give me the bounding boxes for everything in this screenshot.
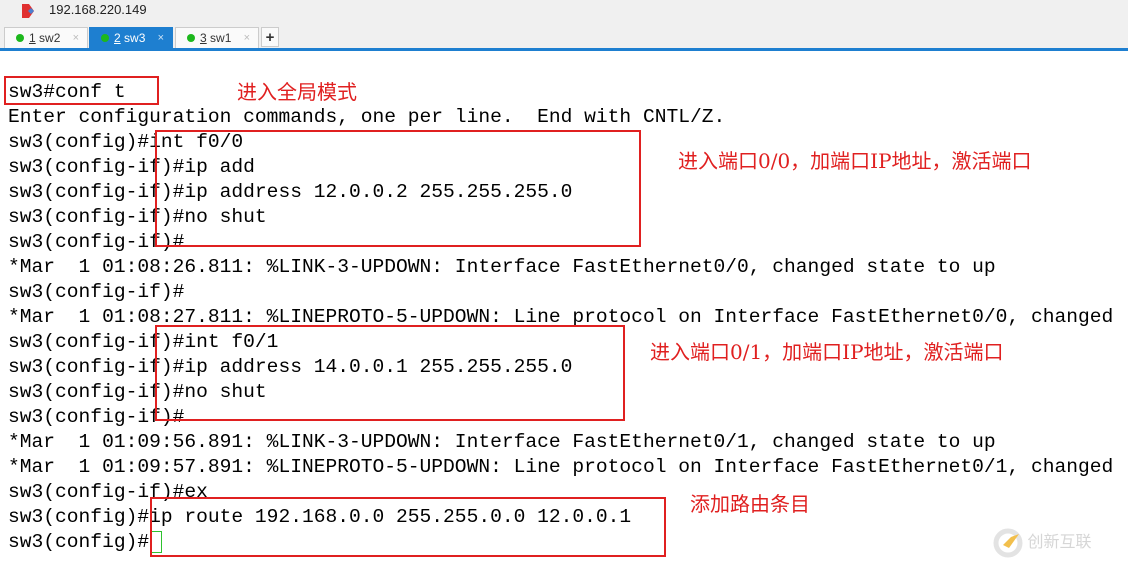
highlight-box (4, 76, 159, 105)
title-bar: 192.168.220.149 (0, 0, 1128, 24)
terminal-line: *Mar 1 01:08:26.811: %LINK-3-UPDOWN: Int… (8, 256, 996, 278)
tab-label: sw2 (39, 31, 61, 45)
status-dot-icon (16, 34, 24, 42)
tab-number: 1 (29, 31, 36, 45)
annotation-add-route: 添加路由条目 (690, 492, 810, 516)
close-icon[interactable]: × (244, 28, 250, 48)
terminal-line: sw3(config-if)# (8, 281, 185, 303)
tab-sw3[interactable]: 2 sw3 × (89, 27, 173, 48)
terminal-line: *Mar 1 01:09:56.891: %LINK-3-UPDOWN: Int… (8, 431, 996, 453)
window-title: 192.168.220.149 (49, 2, 147, 17)
tab-bar: 1 sw2 × 2 sw3 × 3 sw1 × + (0, 24, 1128, 51)
watermark-text: 创新互联 (1027, 534, 1092, 552)
tab-sw2[interactable]: 1 sw2 × (4, 27, 88, 48)
watermark-icon (993, 528, 1023, 558)
highlight-box (155, 325, 625, 421)
close-icon[interactable]: × (73, 28, 79, 48)
status-dot-icon (101, 34, 109, 42)
tab-sw1[interactable]: 3 sw1 × (175, 27, 259, 48)
watermark-logo: 创新互联 (993, 528, 1091, 558)
annotation-port-0-1: 进入端口0/1，加端口IP地址，激活端口 (650, 340, 1004, 364)
terminal-line: *Mar 1 01:09:57.891: %LINEPROTO-5-UPDOWN… (8, 456, 1114, 478)
tab-label: sw1 (210, 31, 232, 45)
annotation-global-mode: 进入全局模式 (237, 80, 357, 104)
highlight-box (155, 130, 641, 247)
app-logo-icon (22, 4, 34, 18)
close-icon[interactable]: × (158, 28, 164, 48)
terminal-line: Enter configuration commands, one per li… (8, 106, 726, 128)
annotation-port-0-0: 进入端口0/0，加端口IP地址，激活端口 (678, 149, 1032, 173)
highlight-box (150, 497, 666, 557)
tab-number: 2 (114, 31, 121, 45)
terminal-line: sw3#conf t (8, 81, 126, 103)
tab-label: sw3 (124, 31, 146, 45)
new-tab-button[interactable]: + (261, 27, 279, 47)
tab-number: 3 (200, 31, 207, 45)
status-dot-icon (187, 34, 195, 42)
